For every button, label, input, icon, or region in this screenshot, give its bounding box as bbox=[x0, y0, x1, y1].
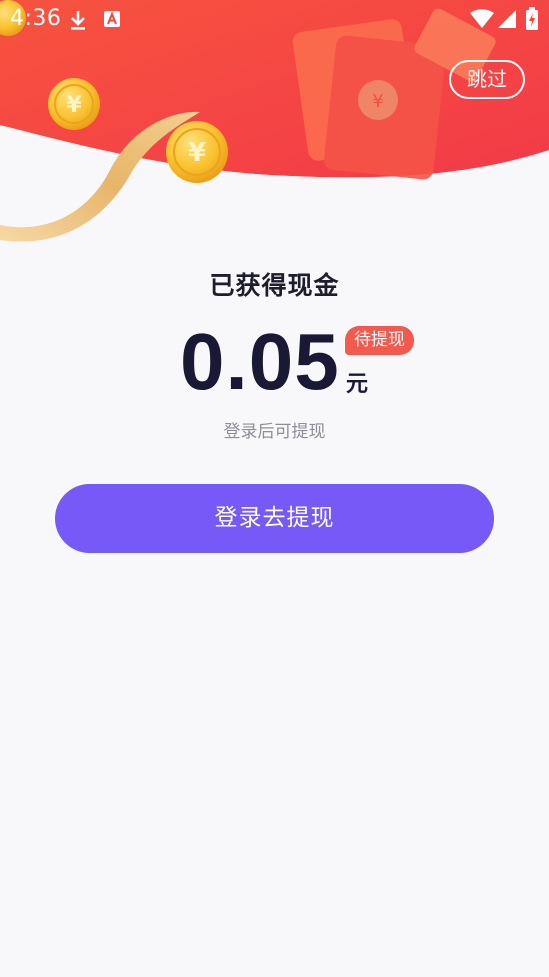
login-withdraw-button[interactable]: 登录去提现 bbox=[55, 484, 494, 553]
pending-withdraw-badge: 待提现 bbox=[345, 326, 414, 355]
download-icon bbox=[68, 9, 88, 35]
svg-text:¥: ¥ bbox=[188, 138, 206, 168]
reward-amount: 0.05 bbox=[180, 317, 340, 406]
reward-amount-row: 0.05 待提现 元 bbox=[0, 318, 549, 408]
coin-icon: ¥ bbox=[166, 121, 228, 183]
signal-icon bbox=[497, 9, 517, 33]
login-hint: 登录后可提现 bbox=[223, 422, 326, 442]
reward-banner: ¥ ¥ ¥ bbox=[0, 0, 549, 270]
svg-text:¥: ¥ bbox=[372, 91, 383, 112]
svg-text:¥: ¥ bbox=[66, 93, 82, 118]
wifi-icon bbox=[470, 9, 494, 33]
status-bar: 4:36 bbox=[0, 0, 549, 38]
notification-a-icon bbox=[103, 10, 121, 32]
currency-unit: 元 bbox=[346, 372, 369, 397]
status-time: 4:36 bbox=[10, 6, 62, 31]
coin-icon: ¥ bbox=[48, 78, 100, 130]
battery-charging-icon bbox=[525, 7, 539, 35]
earned-cash-title: 已获得现金 bbox=[209, 271, 340, 300]
banner-illustration: ¥ ¥ ¥ bbox=[0, 0, 549, 270]
skip-button[interactable]: 跳过 bbox=[449, 60, 525, 99]
